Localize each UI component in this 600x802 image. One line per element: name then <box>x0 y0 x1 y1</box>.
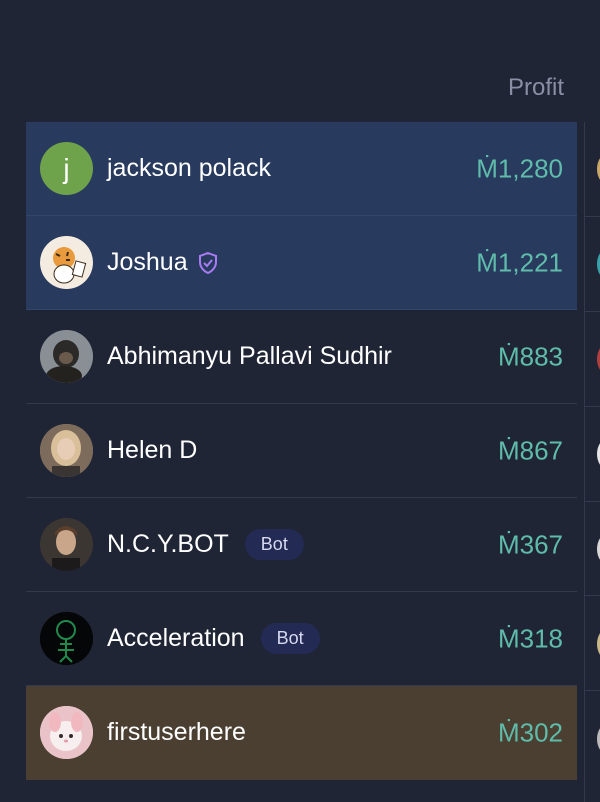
leaderboard-row[interactable]: j jackson polack Ṁ1,280 <box>26 122 577 216</box>
divider <box>585 406 600 407</box>
leaderboard-row[interactable]: firstuserhere Ṁ302 <box>26 686 577 780</box>
leaderboard-row[interactable]: Joshua Ṁ1,221 <box>26 216 577 310</box>
user-name-text: Acceleration <box>107 624 245 652</box>
circuit-logo-icon <box>40 612 93 665</box>
divider <box>585 595 600 596</box>
user-name-text: firstuserhere <box>107 718 246 746</box>
leaderboard-row[interactable]: Acceleration Bot Ṁ318 <box>26 592 577 686</box>
user-name[interactable]: N.C.Y.BOT Bot <box>107 529 304 560</box>
avatar[interactable] <box>40 706 93 759</box>
verified-shield-icon <box>196 251 220 275</box>
profit-value: Ṁ367 <box>497 529 563 559</box>
user-name[interactable]: firstuserhere <box>107 718 246 747</box>
divider <box>585 501 600 502</box>
leaderboard-header: Profit <box>26 0 576 122</box>
avatar[interactable] <box>40 612 93 665</box>
divider <box>585 216 600 217</box>
avatar[interactable]: j <box>40 142 93 195</box>
user-name-text: Helen D <box>107 436 198 464</box>
leaderboard-list: j jackson polack Ṁ1,280 Joshua Ṁ1,221 Ab… <box>26 122 577 780</box>
divider <box>585 311 600 312</box>
profit-value: Ṁ302 <box>497 717 563 747</box>
person-photo-icon <box>40 424 93 477</box>
user-name[interactable]: Helen D <box>107 436 197 465</box>
tiger-cartoon-icon <box>53 247 87 284</box>
chimpanzee-photo-icon <box>40 330 93 383</box>
adjacent-column-edge <box>584 122 600 802</box>
user-name[interactable]: Abhimanyu Pallavi Sudhir <box>107 342 392 371</box>
user-name[interactable]: jackson polack <box>107 154 271 183</box>
profit-value: Ṁ867 <box>497 435 563 465</box>
profit-value: Ṁ318 <box>497 623 563 653</box>
avatar-letter: j <box>63 152 70 184</box>
user-name[interactable]: Joshua <box>107 248 220 277</box>
profit-value: Ṁ1,221 <box>476 247 563 277</box>
user-name-text: N.C.Y.BOT <box>107 530 229 558</box>
person-photo-icon <box>40 518 93 571</box>
avatar[interactable] <box>40 424 93 477</box>
avatar[interactable] <box>40 518 93 571</box>
bot-badge: Bot <box>244 529 304 560</box>
user-name-text: jackson polack <box>107 154 271 182</box>
user-name[interactable]: Acceleration Bot <box>107 623 320 654</box>
profit-column-header[interactable]: Profit <box>508 74 564 102</box>
profit-value: Ṁ1,280 <box>476 153 563 183</box>
avatar[interactable] <box>40 236 93 289</box>
leaderboard-row[interactable]: N.C.Y.BOT Bot Ṁ367 <box>26 498 577 592</box>
divider <box>585 690 600 691</box>
bot-badge: Bot <box>260 623 320 654</box>
bunny-cartoon-icon <box>40 706 93 759</box>
profit-value: Ṁ883 <box>497 341 563 371</box>
leaderboard-row[interactable]: Abhimanyu Pallavi Sudhir Ṁ883 <box>26 310 577 404</box>
user-name-text: Abhimanyu Pallavi Sudhir <box>107 342 392 370</box>
avatar[interactable] <box>40 330 93 383</box>
user-name-text: Joshua <box>107 248 188 276</box>
leaderboard-row[interactable]: Helen D Ṁ867 <box>26 404 577 498</box>
